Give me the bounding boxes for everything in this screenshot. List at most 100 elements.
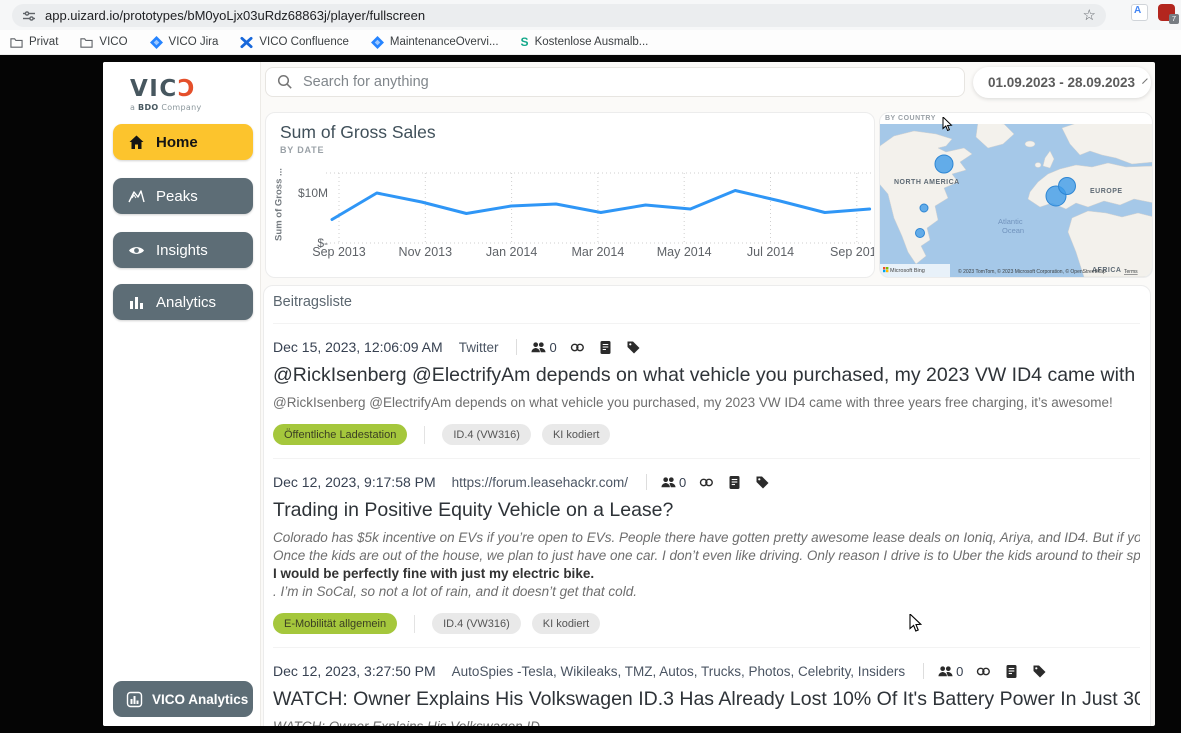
logo-tagline: a BDO Company	[130, 103, 202, 112]
followers-count: 0	[679, 475, 686, 490]
bookmarks-bar: Privat VICO VICO Jira VICO Confluence Ma…	[0, 30, 1181, 55]
tag-chip[interactable]: KI kodiert	[532, 613, 600, 634]
jira-icon	[150, 36, 163, 49]
eye-icon	[128, 242, 145, 259]
url-text[interactable]: app.uizard.io/prototypes/bM0yoLjx03uRdz6…	[45, 8, 1074, 23]
map-terms-link: Terms	[1124, 269, 1138, 275]
tag-icon[interactable]	[626, 340, 641, 355]
country-map-card: BY COUNTRY NORTH AMERICA EU	[879, 112, 1153, 278]
post-body-line: . I’m in SoCal, so not a lot of rain, an…	[273, 583, 1140, 601]
sidebar-item-home[interactable]: Home	[113, 124, 253, 160]
tag-chip[interactable]: ID.4 (VW316)	[442, 424, 531, 445]
translate-icon[interactable]	[1131, 4, 1148, 21]
map-marker-mexico[interactable]	[916, 229, 925, 238]
post-body-line: I would be perfectly fine with just my e…	[273, 565, 1140, 583]
tag-icon[interactable]	[755, 475, 770, 490]
followers-count: 0	[956, 664, 963, 679]
date-range-picker[interactable]: 01.09.2023 - 28.09.2023	[973, 67, 1151, 98]
post-tags: E-Mobilität allgemein ID.4 (VW316) KI ko…	[273, 613, 1140, 634]
sidebar-item-analytics[interactable]: Analytics	[113, 284, 253, 320]
mouse-cursor-small	[942, 117, 953, 132]
home-icon	[128, 134, 145, 151]
vico-logo: VICƆ a BDO Company	[130, 78, 202, 112]
app-frame: VICƆ a BDO Company Home Peaks Insights A…	[103, 62, 1155, 726]
posts-list-card: Beitragsliste Dec 15, 2023, 12:06:09 AM …	[263, 285, 1151, 726]
divider	[424, 426, 425, 444]
bookmark-kostenlose[interactable]: S Kostenlose Ausmalb...	[521, 35, 649, 49]
bing-logo-text: Microsoft Bing	[890, 268, 925, 274]
map-marker-germany[interactable]	[1059, 178, 1076, 195]
x-tick: Nov 2013	[399, 245, 453, 259]
tag-icon[interactable]	[1032, 664, 1047, 679]
x-tick: Jul 2014	[747, 245, 794, 259]
site-settings-icon[interactable]	[22, 9, 36, 23]
bar-chart-icon	[128, 294, 145, 311]
map-label-europe: EUROPE	[1090, 188, 1123, 195]
x-tick: Jan 2014	[486, 245, 537, 259]
link-icon[interactable]	[570, 340, 585, 355]
map-attribution: © 2023 TomTom, © 2023 Microsoft Corporat…	[958, 268, 1106, 275]
posts-heading: Beitragsliste	[273, 294, 1140, 310]
map-marker-canada[interactable]	[935, 155, 953, 173]
sidebar-item-label: Peaks	[156, 188, 198, 205]
notes-icon[interactable]	[598, 340, 613, 355]
post-title[interactable]: WATCH: Owner Explains His Volkswagen ID.…	[273, 688, 1140, 711]
post-title[interactable]: Trading in Positive Equity Vehicle on a …	[273, 499, 1140, 522]
s-icon: S	[521, 35, 529, 49]
map-label: BY COUNTRY	[885, 115, 936, 122]
analytics-panel-icon	[126, 691, 143, 708]
browser-toolbar: app.uizard.io/prototypes/bM0yoLjx03uRdz6…	[0, 0, 1181, 30]
bookmark-star-icon[interactable]: ☆	[1083, 8, 1096, 23]
sidebar-item-label: Analytics	[156, 294, 216, 311]
post-item-2: Dec 12, 2023, 9:17:58 PM https://forum.l…	[273, 458, 1140, 634]
date-range-text: 01.09.2023 - 28.09.2023	[988, 75, 1135, 90]
post-meta: Dec 15, 2023, 12:06:09 AM Twitter 0	[273, 337, 1140, 357]
post-meta: Dec 12, 2023, 3:27:50 PM AutoSpies -Tesl…	[273, 661, 1140, 681]
bookmark-vico-jira[interactable]: VICO Jira	[150, 36, 219, 49]
address-bar[interactable]: app.uizard.io/prototypes/bM0yoLjx03uRdz6…	[12, 4, 1106, 27]
bookmark-vico-confluence[interactable]: VICO Confluence	[240, 36, 349, 49]
gross-sales-chart-card: Sum of Gross Sales BY DATE Sum of Gross …	[265, 112, 875, 278]
tag-chip[interactable]: ID.4 (VW316)	[432, 613, 521, 634]
link-icon[interactable]	[976, 664, 991, 679]
folder-icon	[10, 36, 23, 49]
tag-chip[interactable]: Öffentliche Ladestation	[273, 424, 407, 445]
divider	[646, 474, 647, 490]
vico-analytics-button[interactable]: VICO Analytics	[113, 681, 253, 717]
sidebar: VICƆ a BDO Company Home Peaks Insights A…	[103, 62, 261, 726]
map-marker-us-central[interactable]	[920, 204, 928, 212]
x-axis-ticks: Sep 2013Nov 2013Jan 2014Mar 2014May 2014…	[266, 245, 875, 265]
post-source[interactable]: Twitter	[459, 340, 499, 355]
chevron-down-icon	[1142, 78, 1148, 84]
bookmark-vico[interactable]: VICO	[80, 36, 127, 49]
sidebar-item-peaks[interactable]: Peaks	[113, 178, 253, 214]
link-icon[interactable]	[699, 475, 714, 490]
tag-chip[interactable]: KI kodiert	[542, 424, 610, 445]
x-tick: Sep 2013	[312, 245, 366, 259]
divider	[516, 339, 517, 355]
search-input[interactable]: Search for anything	[265, 67, 965, 97]
divider	[923, 663, 924, 679]
notes-icon[interactable]	[727, 475, 742, 490]
map-label-north-america: NORTH AMERICA	[894, 179, 960, 186]
x-tick: Sep 2014	[830, 245, 875, 259]
extension-icon[interactable]: 7	[1158, 4, 1175, 21]
followers-counter[interactable]: 0	[938, 664, 963, 679]
post-source[interactable]: https://forum.leasehackr.com/	[452, 475, 628, 490]
notes-icon[interactable]	[1004, 664, 1019, 679]
bubble-map[interactable]: NORTH AMERICA EUROPE Atlantic Ocean AFRI…	[880, 124, 1153, 277]
followers-counter[interactable]: 0	[661, 475, 686, 490]
bookmark-maintenance-overview[interactable]: MaintenanceOvervi...	[371, 36, 499, 49]
map-label-atlantic-2: Ocean	[1002, 226, 1024, 235]
folder-icon	[80, 36, 93, 49]
post-source[interactable]: AutoSpies -Tesla, Wikileaks, TMZ, Autos,…	[452, 664, 905, 679]
followers-count: 0	[549, 340, 556, 355]
followers-counter[interactable]: 0	[531, 340, 556, 355]
followers-icon	[938, 664, 953, 679]
bookmark-privat[interactable]: Privat	[10, 36, 58, 49]
post-title[interactable]: @RickIsenberg @ElectrifyAm depends on wh…	[273, 364, 1140, 387]
post-date: Dec 12, 2023, 3:27:50 PM	[273, 663, 436, 679]
sidebar-item-label: Insights	[156, 242, 208, 259]
tag-chip[interactable]: E-Mobilität allgemein	[273, 613, 397, 634]
sidebar-item-insights[interactable]: Insights	[113, 232, 253, 268]
